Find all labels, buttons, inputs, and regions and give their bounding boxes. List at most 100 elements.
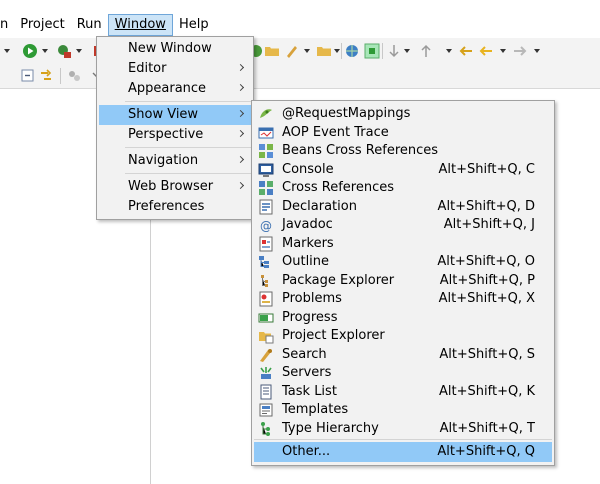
view-item-label: Package Explorer (282, 272, 395, 288)
search-icon (260, 348, 272, 362)
previous-annotation-icon[interactable] (418, 43, 434, 59)
view-item-label: Beans Cross References (282, 143, 439, 158)
menu-window[interactable]: Window (107, 14, 173, 36)
view-toolbar (0, 64, 600, 89)
view-item-other[interactable]: Other... Alt+Shift+Q, Q (254, 442, 552, 462)
view-item-cross-references[interactable]: Cross References (254, 178, 552, 198)
chevron-down-icon[interactable] (534, 49, 540, 53)
toggle-mark-occurrences-icon[interactable] (364, 43, 380, 59)
view-item-servers[interactable]: Servers (254, 363, 552, 383)
menu-run[interactable]: Run (71, 14, 108, 36)
templates-icon (259, 403, 273, 417)
menu-separator (125, 101, 251, 102)
view-item-shortcut: Alt+Shift+Q, S (439, 346, 535, 362)
task-list-icon (260, 384, 272, 399)
back-icon[interactable] (478, 43, 494, 59)
view-item-declaration[interactable]: Declaration Alt+Shift+Q, D (254, 197, 552, 217)
menu-item-label: Web Browser (128, 179, 214, 194)
menu-item-new-window[interactable]: New Window (99, 39, 251, 59)
external-tools-icon[interactable] (56, 43, 72, 59)
submenu-arrow-icon (236, 109, 245, 118)
chevron-down-icon[interactable] (76, 49, 82, 53)
menu-separator (125, 147, 251, 148)
menu-separator (254, 439, 552, 440)
aop-trace-icon (258, 127, 274, 138)
view-item-console[interactable]: Console Alt+Shift+Q, C (254, 160, 552, 180)
view-item-shortcut: Alt+Shift+Q, O (437, 254, 535, 269)
menu-help[interactable]: Help (173, 14, 215, 36)
open-folder-icon[interactable] (316, 43, 332, 59)
beans-xref-icon (259, 144, 273, 158)
view-item-problems[interactable]: Problems Alt+Shift+Q, X (254, 289, 552, 309)
view-item-request-mappings[interactable]: @RequestMappings (254, 104, 552, 124)
view-item-type-hierarchy[interactable]: Type Hierarchy Alt+Shift+Q, T (254, 419, 552, 439)
pen-icon[interactable] (284, 43, 300, 59)
submenu-arrow-icon (236, 83, 245, 92)
view-item-label: Type Hierarchy (282, 420, 379, 436)
view-item-label: Templates (282, 402, 349, 417)
view-item-beans-cross-references[interactable]: Beans Cross References (254, 141, 552, 161)
view-item-markers[interactable]: Markers (254, 234, 552, 254)
menu-item-label: Show View (128, 107, 199, 122)
filter-icon[interactable] (66, 68, 82, 84)
menu-item-perspective[interactable]: Perspective (99, 125, 251, 145)
chevron-down-icon[interactable] (446, 49, 452, 53)
submenu-arrow-icon (236, 181, 245, 190)
view-item-shortcut: Alt+Shift+Q, C (438, 161, 535, 177)
last-edit-location-icon[interactable] (458, 43, 474, 59)
view-item-label: Project Explorer (282, 328, 385, 343)
view-item-label: Declaration (282, 198, 357, 214)
markers-icon (259, 236, 273, 251)
chevron-down-icon[interactable] (304, 49, 310, 53)
view-item-task-list[interactable]: Task List Alt+Shift+Q, K (254, 382, 552, 402)
view-item-shortcut: Alt+Shift+Q, P (439, 272, 535, 288)
menu-navigate-partial[interactable]: n (0, 14, 14, 36)
view-item-shortcut: Alt+Shift+Q, Q (437, 444, 535, 459)
submenu-arrow-icon (236, 155, 245, 164)
view-item-label: Servers (282, 365, 332, 380)
view-item-aop-event-trace[interactable]: AOP Event Trace (254, 123, 552, 143)
globe-icon[interactable] (344, 43, 360, 59)
menu-project[interactable]: Project (14, 14, 70, 36)
project-explorer-icon (259, 332, 274, 344)
menu-item-preferences[interactable]: Preferences (99, 197, 251, 217)
view-item-label: Markers (282, 235, 334, 251)
view-item-outline[interactable]: Outline Alt+Shift+Q, O (254, 252, 552, 272)
forward-icon[interactable] (512, 43, 528, 59)
menu-item-web-browser[interactable]: Web Browser (99, 177, 251, 197)
window-menu: New Window Editor Appearance Show View P… (96, 36, 254, 220)
view-item-label: Search (282, 346, 327, 362)
view-item-label: AOP Event Trace (282, 124, 389, 140)
link-with-editor-icon[interactable] (38, 68, 54, 84)
view-item-templates[interactable]: Templates (254, 400, 552, 420)
package-explorer-icon (261, 274, 268, 287)
view-item-label: Progress (282, 309, 338, 325)
view-item-javadoc[interactable]: @ Javadoc Alt+Shift+Q, J (254, 215, 552, 235)
chevron-down-icon[interactable] (42, 49, 48, 53)
view-item-progress[interactable]: Progress (254, 308, 552, 328)
chevron-down-icon[interactable] (404, 49, 410, 53)
view-item-label: Problems (282, 291, 342, 306)
view-item-shortcut: Alt+Shift+Q, X (438, 291, 535, 306)
menu-item-label: Perspective (128, 127, 204, 142)
open-folder-icon[interactable] (264, 43, 280, 59)
menu-item-editor[interactable]: Editor (99, 59, 251, 79)
menu-window-label: Window (114, 17, 166, 32)
svg-text:@: @ (260, 219, 272, 233)
view-item-package-explorer[interactable]: Package Explorer Alt+Shift+Q, P (254, 271, 552, 291)
menu-item-show-view[interactable]: Show View (99, 105, 251, 125)
next-annotation-icon[interactable] (386, 43, 402, 59)
chevron-down-icon[interactable] (334, 49, 340, 53)
request-mappings-icon (260, 109, 272, 118)
view-item-project-explorer[interactable]: Project Explorer (254, 326, 552, 346)
menu-item-navigation[interactable]: Navigation (99, 151, 251, 171)
menu-item-appearance[interactable]: Appearance (99, 79, 251, 99)
collapse-all-icon[interactable] (20, 68, 36, 84)
editor-divider (150, 200, 151, 484)
view-item-search[interactable]: Search Alt+Shift+Q, S (254, 345, 552, 365)
view-item-label: Other... (282, 444, 331, 459)
declaration-icon (259, 199, 273, 214)
run-icon[interactable] (22, 43, 38, 59)
chevron-down-icon[interactable] (500, 49, 506, 53)
chevron-down-icon[interactable] (4, 49, 10, 53)
